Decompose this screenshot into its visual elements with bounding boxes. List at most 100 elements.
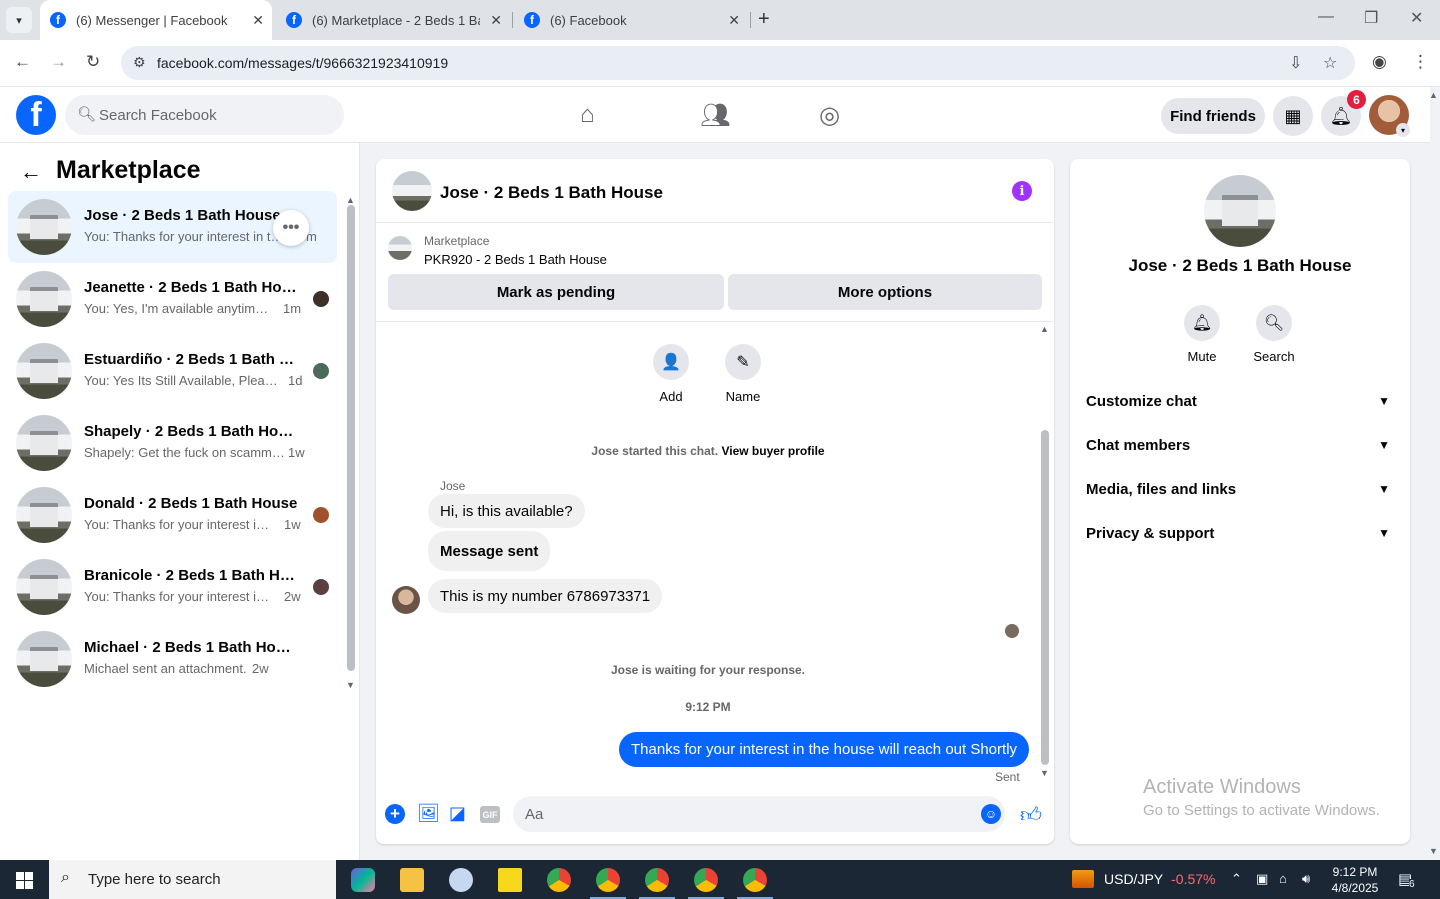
copilot-icon[interactable] [351,868,375,892]
page-scroll-down-arrow[interactable]: ▼ [1429,846,1438,856]
url-text[interactable]: facebook.com/messages/t/9666321923410919 [157,55,448,71]
show-hidden-icons-icon[interactable]: ⌃ [1231,871,1242,887]
stock-ticker-widget[interactable]: USD/JPY -0.57% [1072,870,1215,888]
emoji-icon[interactable]: ☺ [981,804,1001,824]
browser-tab-strip: ▾ f (6) Messenger | Facebook ✕ f (6) Mar… [0,0,1440,40]
view-buyer-profile-link[interactable]: View buyer profile [721,444,824,458]
name-chat-action[interactable]: ✎ Name [708,344,778,404]
notification-badge: 6 [1347,90,1366,109]
minimize-icon[interactable]: — [1318,8,1334,26]
close-tab-icon[interactable]: ✕ [728,12,740,29]
meet-now-icon[interactable]: ▣ [1256,871,1268,887]
message-input[interactable] [525,796,965,832]
chrome-icon[interactable] [743,868,767,892]
browser-tab-messenger[interactable]: f (6) Messenger | Facebook ✕ [40,0,272,40]
sender-avatar[interactable] [392,586,420,614]
conversation-item[interactable]: Michael · 2 Beds 1 Bath House Michael se… [8,623,337,695]
network-icon[interactable]: ⌂ [1279,871,1287,886]
more-options-icon[interactable]: ••• [273,210,309,246]
find-friends-button[interactable]: Find friends [1161,98,1265,134]
plus-icon[interactable]: + [385,804,405,824]
address-bar[interactable]: ⚙ facebook.com/messages/t/96663219234109… [121,46,1355,80]
maximize-icon[interactable]: ❐ [1364,8,1378,28]
conversation-item[interactable]: Jeanette · 2 Beds 1 Bath House You: Yes,… [8,263,337,335]
conversation-item[interactable]: Jose · 2 Beds 1 Bath House You: Thanks f… [8,191,337,263]
privacy-support-section[interactable]: Privacy & support ▼ [1086,517,1394,549]
message-input-box[interactable]: ☺ [513,796,1005,832]
system-clock[interactable]: 9:12 PM 4/8/2025 [1322,864,1388,896]
back-arrow-icon[interactable]: ← [20,159,42,185]
browser-tab-facebook[interactable]: f (6) Facebook ✕ [514,0,748,40]
reload-icon[interactable]: ↻ [86,52,100,72]
scroll-up-arrow[interactable]: ▲ [1040,324,1049,334]
listing-title[interactable]: PKR920 - 2 Beds 1 Bath House [424,252,607,267]
media-files-links-section[interactable]: Media, files and links ▼ [1086,473,1394,505]
action-label: Search [1253,349,1295,364]
forward-icon[interactable]: → [50,52,67,72]
mute-action[interactable]: 🔔︎ Mute [1172,305,1232,364]
taskbar-search[interactable]: ⌕ Type here to search [49,860,336,899]
search-action[interactable]: 🔍︎ Search [1244,305,1304,364]
chrome-icon[interactable] [645,868,669,892]
conversation-item[interactable]: Donald · 2 Beds 1 Bath House You: Thanks… [8,479,337,551]
page-scroll-up-arrow[interactable]: ▲ [1429,90,1438,100]
close-tab-icon[interactable]: ✕ [252,12,264,29]
watermark-line: Activate Windows [1143,776,1301,798]
incoming-message[interactable]: This is my number 6786973371 [428,579,663,613]
groups-icon[interactable]: ◎ [819,101,840,130]
file-explorer-icon[interactable] [400,868,424,892]
paint-icon[interactable] [449,868,473,892]
chrome-icon[interactable] [596,868,620,892]
close-window-icon[interactable]: ✕ [1410,8,1423,28]
more-options-button[interactable]: More options [728,274,1042,310]
facebook-search-input[interactable] [99,95,329,135]
conversations-scrollbar[interactable] [347,205,355,671]
outgoing-message[interactable]: Thanks for your interest in the house wi… [619,732,1030,767]
thumbs-up-icon[interactable]: 👍︎ [1020,802,1042,828]
menu-grid-icon[interactable]: ▦ [1273,96,1313,136]
profile-icon[interactable]: ◉ [1372,52,1387,72]
photo-icon[interactable]: 🖼︎ [417,803,440,824]
chevron-down-icon: ▼ [1378,482,1390,496]
gif-icon[interactable]: GIF [480,806,500,823]
chrome-icon[interactable] [694,868,718,892]
listing-avatar[interactable] [1204,175,1276,247]
close-tab-icon[interactable]: ✕ [490,12,502,29]
tab-search-button[interactable]: ▾ [6,7,32,33]
thread-scrollbar[interactable] [1041,430,1049,765]
conversation-item[interactable]: Estuardiño · 2 Beds 1 Bath Ho... You: Ye… [8,335,337,407]
scroll-up-arrow[interactable]: ▲ [346,195,355,205]
windows-start-icon[interactable] [16,872,33,889]
friends-icon[interactable]: 👥︎ [700,101,730,130]
chat-members-section[interactable]: Chat members ▼ [1086,429,1394,461]
back-icon[interactable]: ← [14,52,31,72]
site-info-icon[interactable]: ⚙ [133,54,146,71]
info-icon[interactable]: i [1012,181,1032,201]
scroll-down-arrow[interactable]: ▼ [1040,768,1049,778]
mark-as-pending-button[interactable]: Mark as pending [388,274,724,310]
chat-avatar[interactable] [392,171,432,211]
home-icon[interactable]: ⌂ [580,101,595,129]
add-people-action[interactable]: 👤 Add [636,344,706,404]
facebook-search[interactable]: 🔍︎ [65,95,344,135]
customize-chat-section[interactable]: Customize chat ▼ [1086,385,1394,417]
browser-tab-marketplace[interactable]: f (6) Marketplace - 2 Beds 1 Bath ✕ [276,0,510,40]
conversation-item[interactable]: Shapely · 2 Beds 1 Bath House Shapely: G… [8,407,337,479]
facebook-logo-icon[interactable]: f [16,95,56,135]
browser-menu-icon[interactable]: ⋮ [1412,52,1429,72]
chat-title[interactable]: Jose · 2 Beds 1 Bath House [440,183,663,203]
sticky-notes-icon[interactable] [498,868,522,892]
scroll-down-arrow[interactable]: ▼ [346,680,355,690]
conversation-item[interactable]: Branicole · 2 Beds 1 Bath House You: Tha… [8,551,337,623]
chevron-down-icon[interactable]: ▾ [1396,123,1410,137]
incoming-message[interactable]: Hi, is this available? [428,494,585,528]
bookmark-star-icon[interactable]: ☆ [1323,53,1337,73]
notification-count: 6 [1409,879,1415,890]
new-tab-button[interactable]: + [758,8,770,31]
tab-separator [750,12,751,28]
incoming-message[interactable]: Message sent [428,531,551,571]
chrome-icon[interactable] [547,868,571,892]
volume-icon[interactable]: 🔊︎ [1302,871,1310,887]
sticker-icon[interactable]: ◪ [449,803,466,824]
install-app-icon[interactable]: ⇩ [1289,53,1302,73]
